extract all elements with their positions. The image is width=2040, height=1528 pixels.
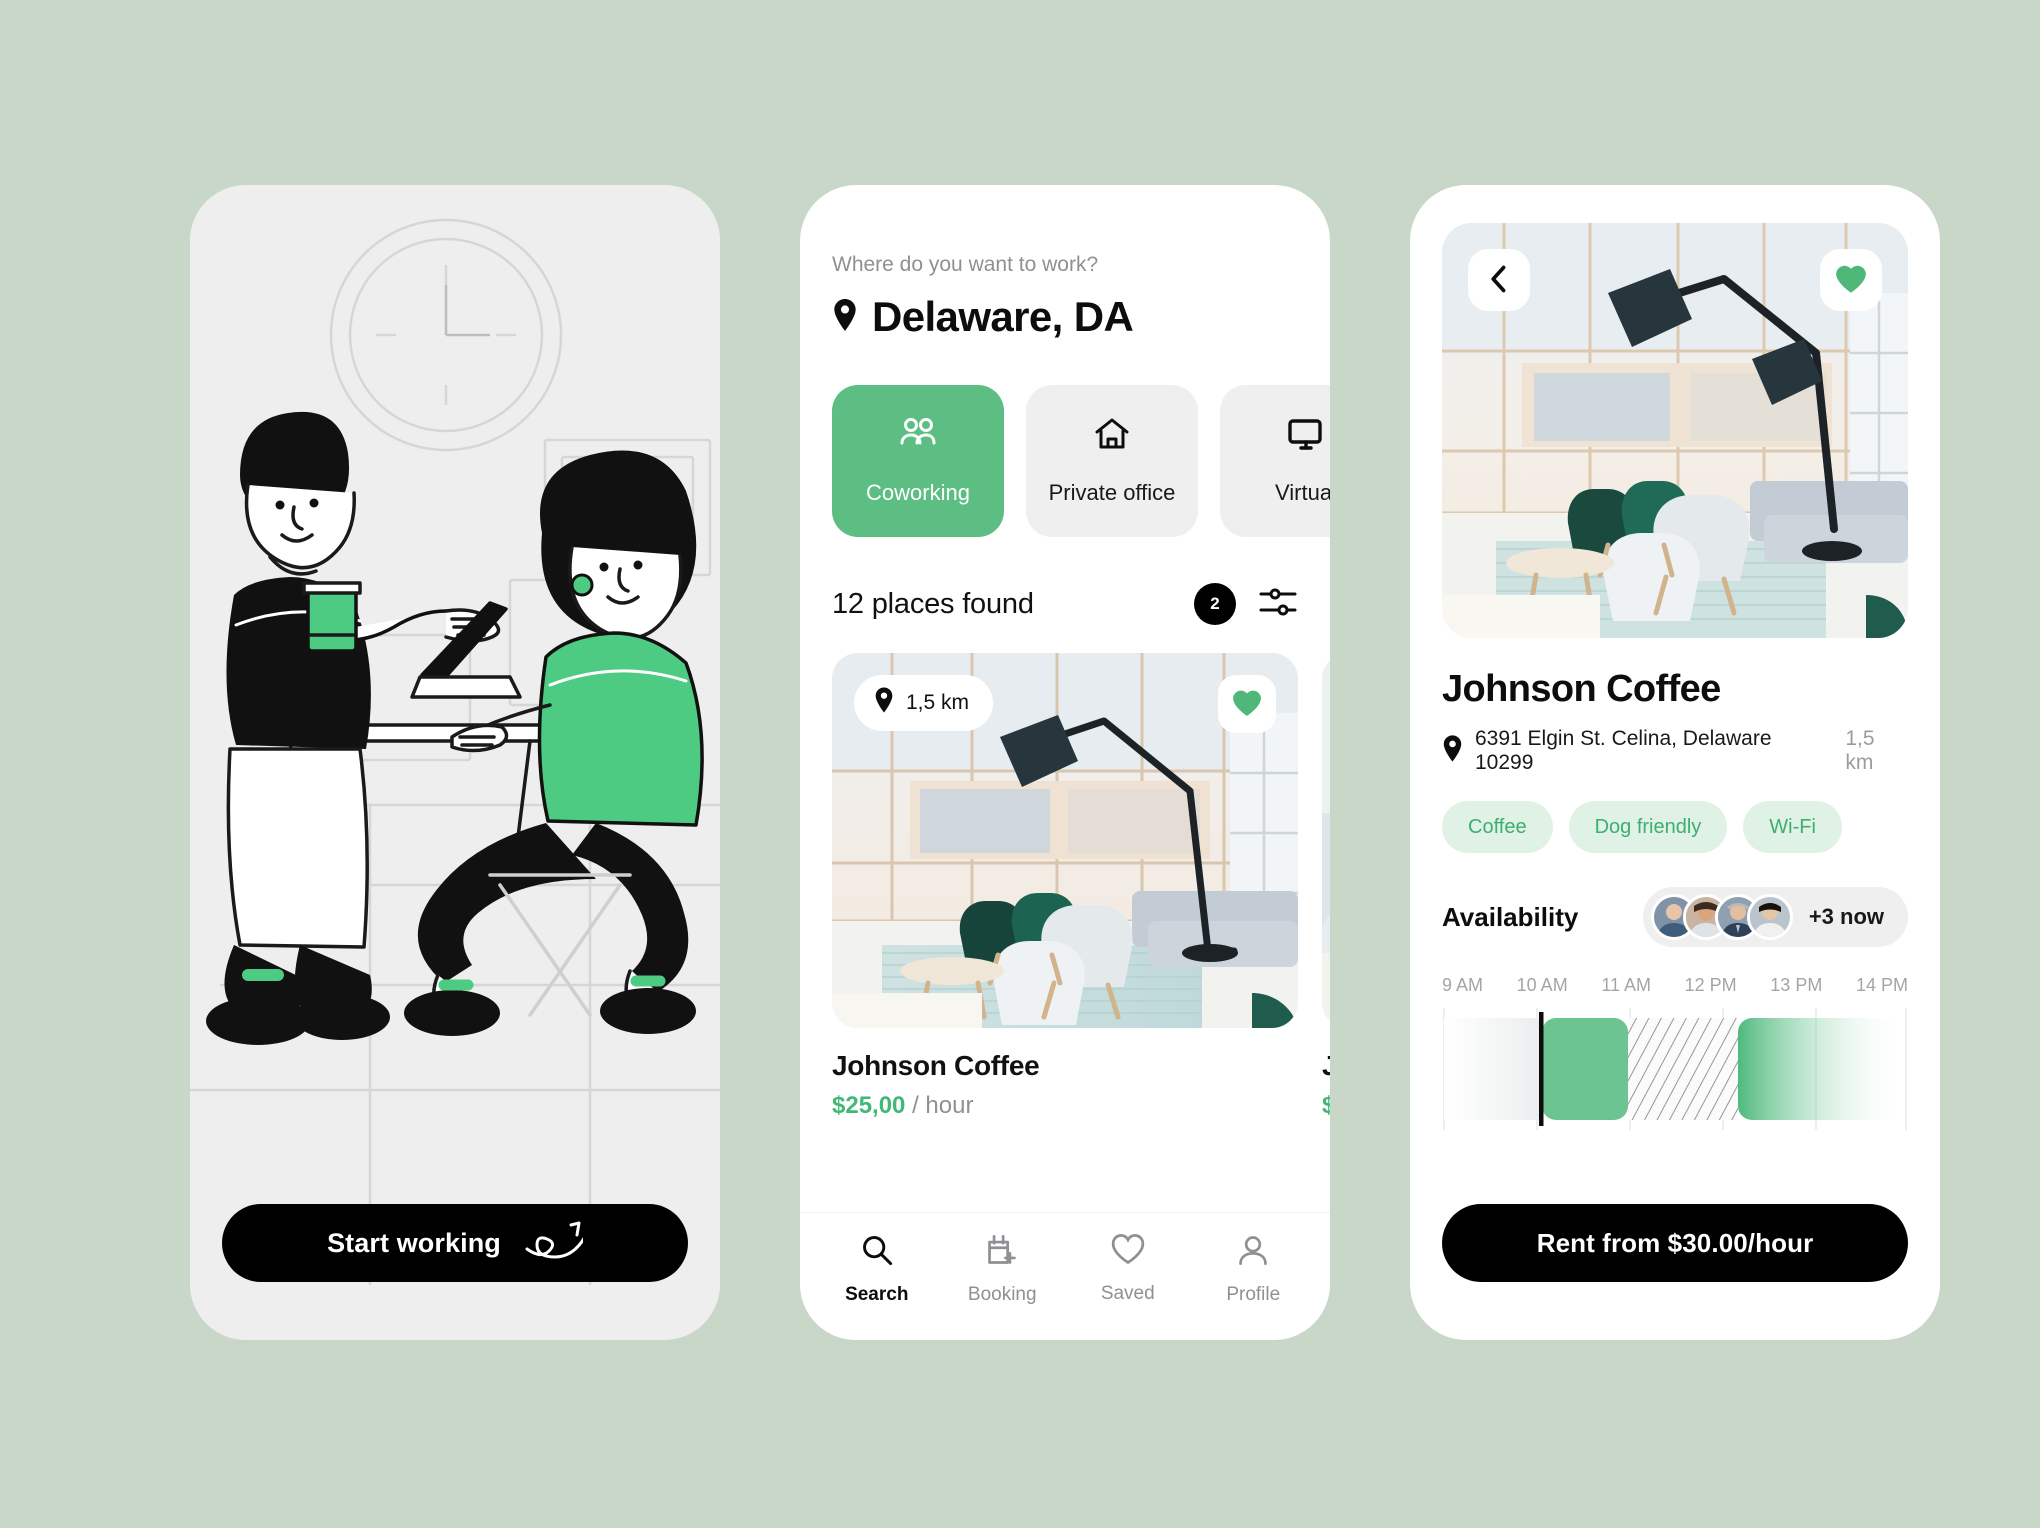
results-count: 12 places found xyxy=(832,587,1034,620)
start-working-label: Start working xyxy=(327,1227,501,1258)
filter-count-badge: 2 xyxy=(1194,583,1236,625)
results-header: 12 places found 2 xyxy=(800,583,1330,625)
timeline-tick-label: 14 PM xyxy=(1855,975,1908,995)
price-amount: $25,00 xyxy=(832,1092,906,1119)
attendees-more-label: +3 now xyxy=(1808,904,1884,929)
back-button[interactable] xyxy=(1468,249,1530,311)
availability-label: Availability xyxy=(1442,901,1579,932)
location-name: Delaware, DA xyxy=(872,293,1134,340)
nav-label: Search xyxy=(845,1284,909,1305)
timeline-tick-label: 9 AM xyxy=(1442,975,1484,995)
place-card[interactable]: 1,5 km Johnson Coffee $25,00 / hour xyxy=(832,653,1298,1120)
timeline-tick-label: 11 AM xyxy=(1601,975,1652,995)
category-chip-list[interactable]: Coworking Private office Virtual xyxy=(800,385,1330,537)
availability-timeline[interactable]: 9 AM 10 AM 11 AM 12 PM 13 PM 14 PM xyxy=(1442,975,1908,1130)
phone-detail-screen: Johnson Coffee 6391 Elgin St. Celina, De… xyxy=(1410,185,1940,1340)
mockup-stage: Start working Where do you want to work?… xyxy=(0,0,2040,1528)
timeline-slot-pending xyxy=(1628,1018,1738,1120)
sliders-icon xyxy=(1258,586,1298,623)
timeline-tick-label: 10 AM xyxy=(1516,975,1568,995)
search-prompt: Where do you want to work? xyxy=(832,253,1099,276)
timeline-tick-label: 13 PM xyxy=(1770,975,1823,995)
favorite-button[interactable] xyxy=(1820,249,1882,311)
distance-badge: 1,5 km xyxy=(854,675,994,731)
nav-item-booking[interactable]: Booking xyxy=(940,1233,1066,1306)
distance-label: 1,5 km xyxy=(906,691,970,714)
nav-label: Booking xyxy=(967,1284,1037,1305)
heart-icon xyxy=(1111,1234,1145,1269)
phone-onboarding-screen: Start working xyxy=(190,185,720,1340)
timeline-track[interactable] xyxy=(1442,1008,1908,1130)
place-card-list[interactable]: 1,5 km Johnson Coffee $25,00 / hour J $ xyxy=(800,653,1330,1120)
heart-filled-icon xyxy=(1232,689,1262,720)
heart-filled-icon xyxy=(1835,264,1867,297)
place-photo: 1,5 km xyxy=(832,653,1298,1028)
category-chip-coworking[interactable]: Coworking xyxy=(832,385,1004,537)
location-selector[interactable]: Delaware, DA xyxy=(832,293,1298,341)
place-price: $25,00 / hour xyxy=(832,1092,1298,1120)
timeline-tick-label: 12 PM xyxy=(1684,975,1737,995)
timeline-slot-available xyxy=(1738,1018,1906,1120)
onboarding-illustration xyxy=(190,185,720,1340)
chevron-left-icon xyxy=(1487,264,1511,297)
user-icon xyxy=(1236,1233,1270,1270)
nav-item-search[interactable]: Search xyxy=(814,1233,940,1306)
calendar-plus-icon xyxy=(985,1233,1019,1270)
price-unit: / hour xyxy=(912,1092,974,1119)
detail-address: 6391 Elgin St. Celina, Delaware 10299 xyxy=(1475,727,1772,774)
amenity-tag: Coffee xyxy=(1442,801,1553,853)
avatar-stack xyxy=(1650,894,1793,940)
place-card[interactable]: 1,5 km Johnson Coffee $25,00 / hour xyxy=(1322,653,1330,1120)
amenity-tag-list: Coffee Dog friendly Wi-Fi xyxy=(1442,801,1908,853)
timeline-slot-past xyxy=(1444,1018,1542,1120)
detail-distance: 1,5 km xyxy=(1845,727,1875,774)
availability-header: Availability +3 now xyxy=(1442,887,1908,947)
place-photo: 1,5 km xyxy=(1322,653,1330,1028)
map-pin-icon xyxy=(832,298,858,336)
home-icon xyxy=(1093,417,1131,454)
detail-place-name: Johnson Coffee xyxy=(1442,668,1721,710)
category-chip-virtual[interactable]: Virtual xyxy=(1220,385,1330,537)
map-pin-icon xyxy=(874,687,894,719)
filter-button[interactable] xyxy=(1258,586,1298,623)
place-name: Johnson Coffee xyxy=(1322,1050,1330,1081)
amenity-tag: Wi-Fi xyxy=(1743,801,1842,853)
place-name: Johnson Coffee xyxy=(832,1050,1040,1081)
monitor-icon xyxy=(1287,417,1325,454)
search-icon xyxy=(860,1233,894,1270)
category-chip-label: Virtual xyxy=(1275,479,1330,505)
detail-hero-photo xyxy=(1442,223,1908,638)
timeline-axis-labels: 9 AM 10 AM 11 AM 12 PM 13 PM 14 PM xyxy=(1442,975,1908,996)
category-chip-private-office[interactable]: Private office xyxy=(1026,385,1198,537)
nav-item-saved[interactable]: Saved xyxy=(1065,1234,1191,1305)
price-amount: $25,00 xyxy=(1322,1092,1330,1119)
category-chip-label: Private office xyxy=(1048,479,1176,505)
nav-label: Profile xyxy=(1226,1284,1281,1305)
place-price: $25,00 / hour xyxy=(1322,1092,1330,1120)
attendees-pill[interactable]: +3 now xyxy=(1642,887,1908,947)
nav-item-profile[interactable]: Profile xyxy=(1191,1233,1317,1306)
timeline-slot-booked xyxy=(1542,1018,1628,1120)
phone-search-screen: Where do you want to work? Delaware, DA … xyxy=(800,185,1330,1340)
map-pin-icon xyxy=(1442,735,1463,767)
current-time-marker xyxy=(1539,1012,1544,1126)
avatar xyxy=(1746,894,1793,940)
amenity-tag: Dog friendly xyxy=(1568,801,1728,853)
start-working-button[interactable]: Start working xyxy=(222,1204,688,1282)
bottom-navigation[interactable]: Search Booking Saved Profile xyxy=(800,1212,1330,1340)
curly-arrow-icon xyxy=(523,1219,589,1268)
detail-address-row: 6391 Elgin St. Celina, Delaware 10299 1,… xyxy=(1442,727,1908,775)
favorite-button[interactable] xyxy=(1218,675,1276,733)
people-icon xyxy=(898,417,938,454)
search-header: Where do you want to work? Delaware, DA xyxy=(800,253,1330,341)
rent-button[interactable]: Rent from $30.00/hour xyxy=(1442,1204,1908,1282)
category-chip-label: Coworking xyxy=(866,479,970,505)
nav-label: Saved xyxy=(1100,1283,1155,1304)
